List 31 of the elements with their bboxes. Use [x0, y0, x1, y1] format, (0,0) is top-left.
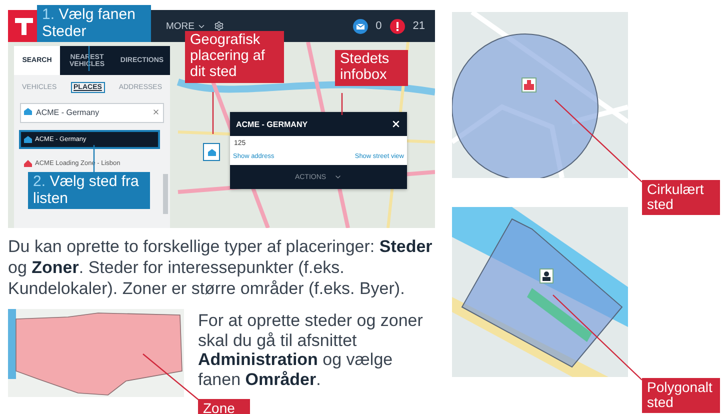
leader-line	[88, 46, 90, 71]
leader-line	[93, 145, 95, 172]
callout-label: Stedets infobox	[335, 50, 408, 86]
building-icon	[24, 136, 32, 143]
scrollbar[interactable]	[163, 174, 168, 214]
alert-icon[interactable]	[390, 18, 405, 34]
callout-label: 2. Vælg sted fra listen	[28, 172, 150, 209]
logo-icon	[8, 10, 40, 42]
warehouse-icon	[24, 160, 32, 167]
callout-label: Cirkulært sted	[642, 180, 720, 215]
message-count: 0	[376, 20, 382, 32]
intro-text: Du kan oprette to forskellige typer af placeringer: Steder og Zoner. Steder for interessepunkter (f.eks. Kundelokaler). Zoner er større områder (f.eks. Byer).	[8, 236, 434, 299]
more-menu[interactable]: MORE	[166, 20, 194, 32]
caret-icon	[334, 173, 342, 181]
callout-label: Polygonalt sted	[642, 378, 720, 413]
mail-icon[interactable]	[352, 18, 368, 34]
leader-line	[341, 93, 343, 115]
building-icon	[208, 148, 216, 156]
clear-icon[interactable]	[152, 108, 160, 116]
instructions-text: For at oprette steder og zoner skal du gå til afsnittet Administration og vælge fanen Områder.	[198, 311, 424, 390]
place-marker-icon[interactable]	[203, 143, 220, 161]
callout-label: Geografisk placering af dit sted	[185, 31, 284, 83]
callout-label: Zone	[198, 399, 250, 414]
callout-label: 1. Vælg fanen Steder	[37, 5, 151, 42]
close-icon[interactable]	[391, 119, 401, 129]
alert-count: 21	[412, 20, 425, 32]
info-title: ACME - GERMANY	[236, 120, 308, 128]
leader-line	[212, 92, 214, 134]
settings-icon[interactable]	[214, 21, 224, 31]
search-field[interactable]: ACME - Germany	[20, 102, 164, 122]
building-icon	[24, 108, 32, 115]
